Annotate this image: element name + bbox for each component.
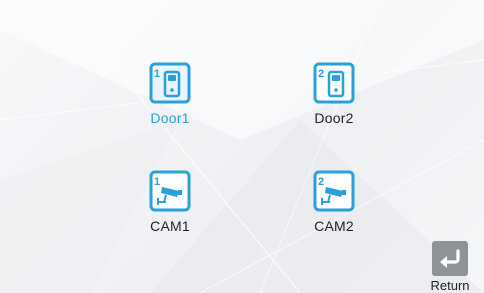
device-tile-door2[interactable]: 2 Door2 bbox=[279, 62, 389, 126]
device-label-cam1: CAM1 bbox=[150, 218, 190, 234]
return-button[interactable]: Return bbox=[424, 241, 476, 293]
device-label-cam2: CAM2 bbox=[314, 218, 354, 234]
device-label-door2: Door2 bbox=[314, 110, 354, 126]
door-station-icon: 2 bbox=[313, 62, 355, 104]
return-arrow-icon bbox=[432, 241, 468, 276]
cctv-camera-icon: 1 bbox=[149, 170, 191, 212]
device-badge: 2 bbox=[318, 176, 324, 188]
monitor-screen: 1 Door1 2 Door2 1 CAM1 2 CAM2 Return bbox=[0, 0, 484, 293]
device-tile-door1[interactable]: 1 Door1 bbox=[115, 62, 225, 126]
device-label-door1: Door1 bbox=[150, 110, 190, 126]
cctv-camera-icon: 2 bbox=[313, 170, 355, 212]
door-station-icon: 1 bbox=[149, 62, 191, 104]
device-badge: 1 bbox=[154, 68, 160, 80]
background-pattern bbox=[0, 0, 484, 293]
device-tile-cam1[interactable]: 1 CAM1 bbox=[115, 170, 225, 234]
return-label: Return bbox=[430, 278, 470, 293]
device-tile-cam2[interactable]: 2 CAM2 bbox=[279, 170, 389, 234]
device-badge: 2 bbox=[318, 68, 324, 80]
device-badge: 1 bbox=[154, 176, 160, 188]
